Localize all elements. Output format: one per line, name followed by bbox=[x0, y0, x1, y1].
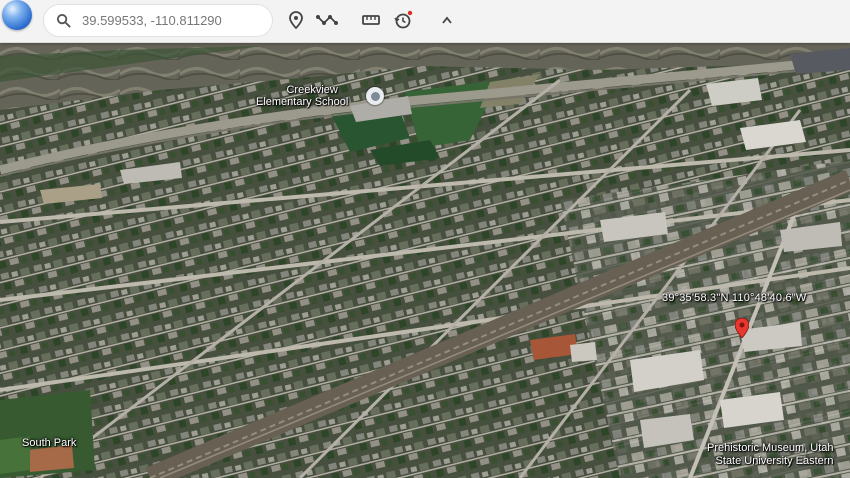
school-pin-icon[interactable] bbox=[366, 87, 384, 105]
history-button[interactable] bbox=[392, 9, 414, 31]
path-button[interactable] bbox=[316, 9, 338, 31]
top-toolbar bbox=[0, 0, 850, 43]
chevron-up-icon bbox=[442, 16, 452, 24]
search-input[interactable] bbox=[82, 9, 262, 31]
satellite-map[interactable]: Creekview Elementary School South Park P… bbox=[0, 0, 850, 478]
place-label-south-park[interactable]: South Park bbox=[22, 437, 76, 449]
coordinate-readout: 39°35'58.3"N 110°48'40.6"W bbox=[662, 292, 807, 304]
satellite-imagery bbox=[0, 0, 850, 478]
collapse-button[interactable] bbox=[436, 9, 458, 31]
path-line-icon bbox=[316, 15, 338, 25]
search-box[interactable] bbox=[44, 5, 272, 36]
place-label-line: Creekview bbox=[286, 84, 338, 96]
place-label-line: South Park bbox=[22, 437, 77, 449]
history-clock-icon bbox=[394, 10, 413, 29]
measure-button[interactable] bbox=[360, 9, 382, 31]
location-marker-icon[interactable] bbox=[735, 318, 749, 338]
map-pin-icon bbox=[289, 11, 303, 29]
place-label-line: Prehistoric Museum, Utah bbox=[707, 442, 834, 454]
place-label-prehistoric-museum[interactable]: Prehistoric Museum, Utah State Universit… bbox=[707, 442, 834, 467]
place-label-line: Elementary School bbox=[256, 96, 349, 108]
ruler-icon bbox=[362, 15, 380, 25]
place-label-creekview[interactable]: Creekview Elementary School bbox=[256, 84, 348, 108]
earth-globe-icon[interactable] bbox=[2, 0, 32, 30]
place-label-line: State University Eastern bbox=[715, 455, 834, 467]
place-button[interactable] bbox=[285, 9, 307, 31]
search-icon[interactable] bbox=[56, 13, 71, 28]
